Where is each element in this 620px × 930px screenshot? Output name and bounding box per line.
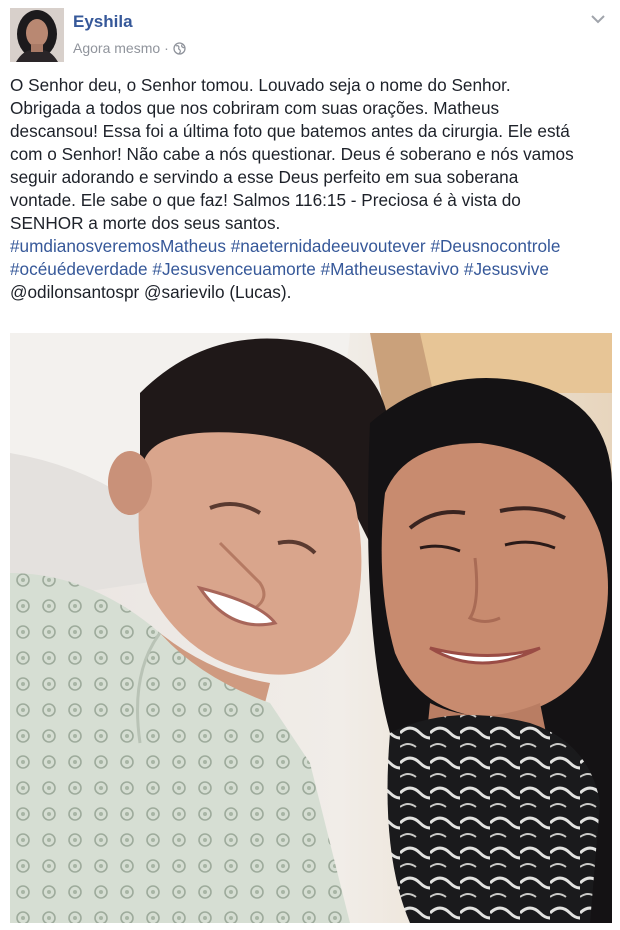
post-text-line: O Senhor deu, o Senhor tomou. Louvado se…	[10, 75, 511, 95]
globe-icon[interactable]	[173, 41, 186, 55]
post-text-line: SENHOR a morte dos seus santos.	[10, 213, 281, 233]
post-text: O Senhor deu, o Senhor tomou. Louvado se…	[10, 74, 612, 304]
hashtag-link[interactable]: #océuédeverdade	[10, 259, 148, 279]
facebook-post: Eyshila Agora mesmo · O Senhor deu, o Se…	[0, 0, 620, 930]
post-header: Eyshila Agora mesmo ·	[10, 8, 610, 64]
post-meta: Agora mesmo ·	[73, 40, 186, 56]
hashtag-link[interactable]: #naeternidadeeuvoutever	[231, 236, 426, 256]
hashtag-link[interactable]: #Matheusestavivo	[321, 259, 460, 279]
timestamp[interactable]: Agora mesmo	[73, 40, 160, 56]
avatar[interactable]	[10, 8, 64, 62]
post-text-line: Obrigada a todos que nos cobriram com su…	[10, 98, 500, 118]
hashtag-link[interactable]: #umdianosveremosMatheus	[10, 236, 226, 256]
mention-text[interactable]: @odilonsantospr	[10, 282, 139, 302]
mention-text[interactable]: @sarievilo	[144, 282, 225, 302]
mention-suffix: (Lucas).	[229, 282, 292, 302]
author-name[interactable]: Eyshila	[73, 12, 133, 32]
hashtag-link[interactable]: #Deusnocontrole	[430, 236, 560, 256]
post-text-line: seguir adorando e servindo a esse Deus p…	[10, 167, 519, 187]
mention-line: @odilonsantospr @sarievilo (Lucas).	[10, 281, 612, 304]
post-text-line: descansou! Essa foi a última foto que ba…	[10, 121, 570, 141]
hashtag-link[interactable]: #Jesusvenceuamorte	[152, 259, 315, 279]
post-photo[interactable]	[10, 333, 612, 923]
meta-separator: ·	[164, 40, 169, 56]
hashtag-line: #océuédeverdade #Jesusvenceuamorte #Math…	[10, 258, 612, 281]
chevron-down-icon[interactable]	[590, 12, 606, 24]
post-text-line: com o Senhor! Não cabe a nós questionar.…	[10, 144, 574, 164]
hashtag-line: #umdianosveremosMatheus #naeternidadeeuv…	[10, 235, 612, 258]
hashtag-link[interactable]: #Jesusvive	[464, 259, 549, 279]
post-text-line: vontade. Ele sabe o que faz! Salmos 116:…	[10, 190, 521, 210]
